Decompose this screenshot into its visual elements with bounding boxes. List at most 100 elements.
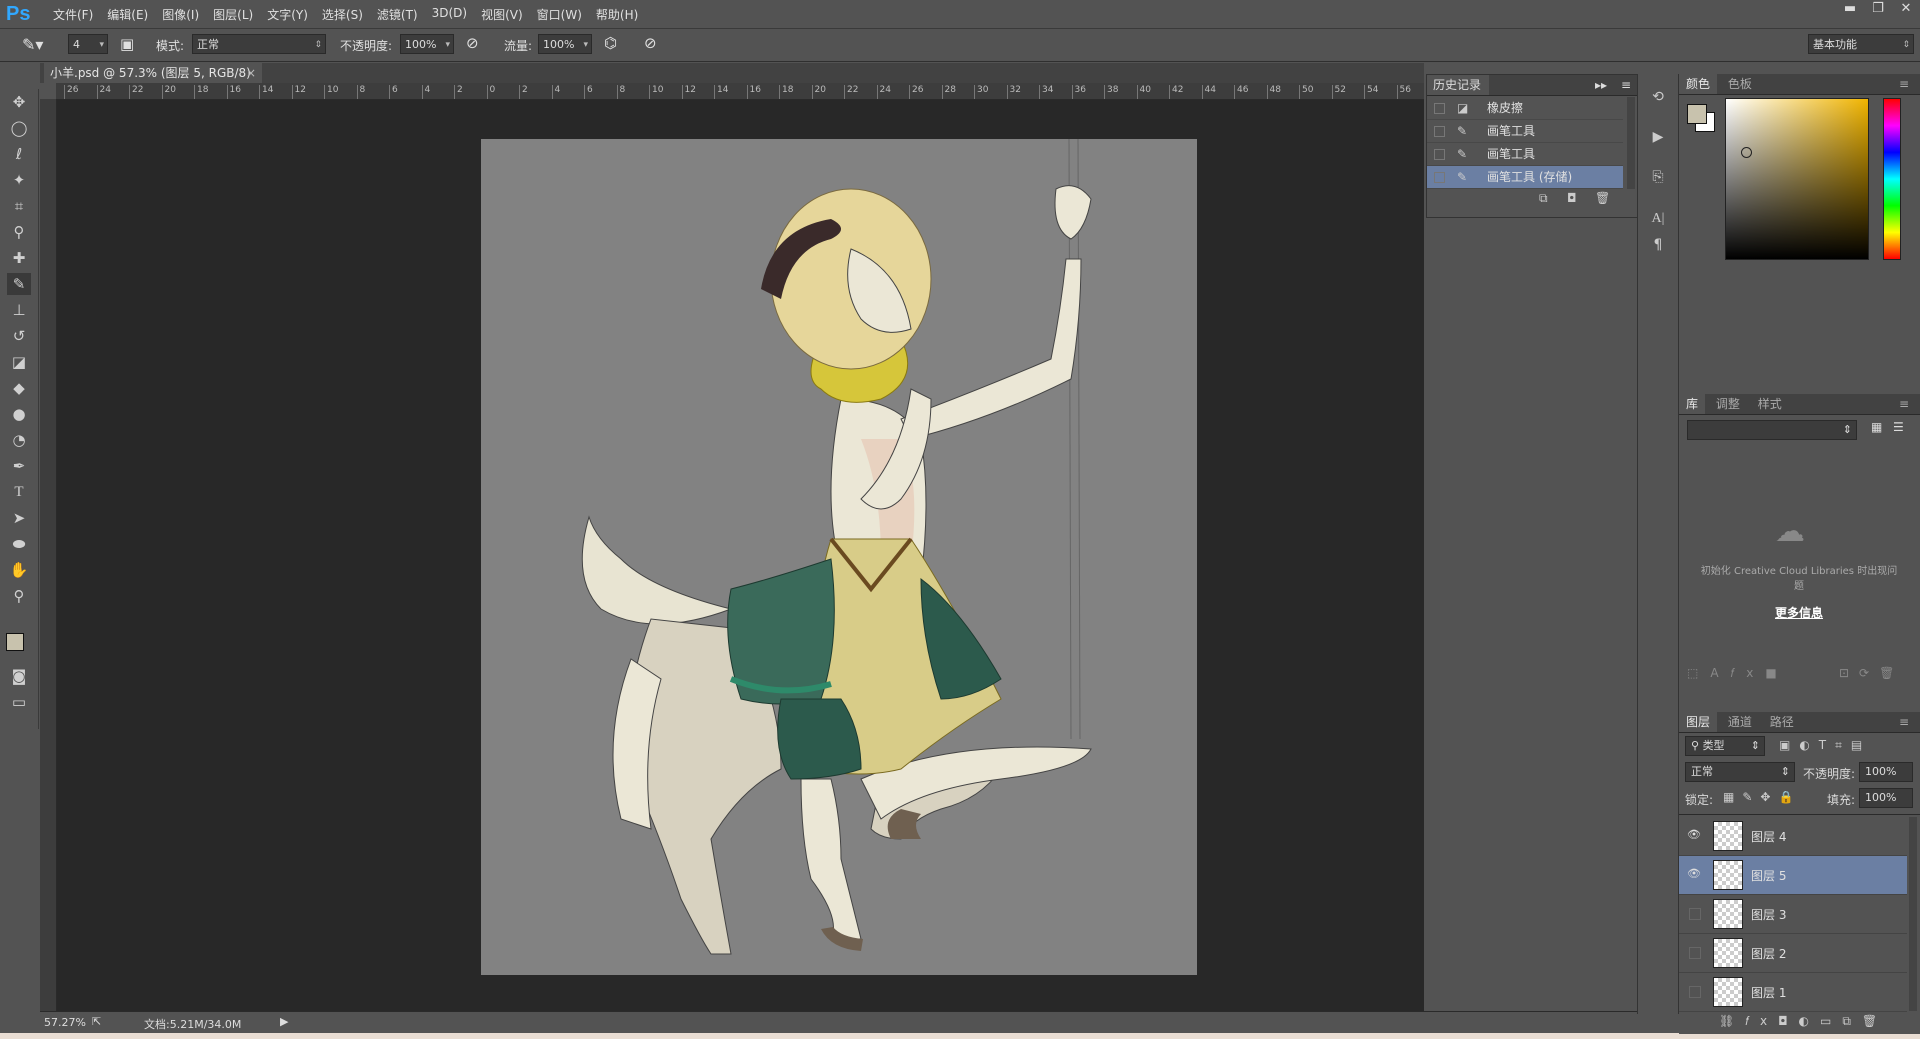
menu-view[interactable]: 视图(V)	[474, 6, 530, 23]
fill-input[interactable]: 100%	[1859, 788, 1913, 808]
foreground-color-swatch[interactable]	[6, 633, 24, 651]
history-scrollbar[interactable]	[1627, 97, 1635, 189]
blur-tool-icon[interactable]: ●	[7, 403, 31, 425]
airbrush-icon[interactable]: ⌬	[604, 34, 617, 52]
camera-snapshot-icon[interactable]: ◘	[1567, 191, 1577, 205]
layer-action-icons[interactable]: ⛓𝑓x◘◐▭⧉🗑	[1719, 1014, 1888, 1029]
menu-3d[interactable]: 3D(D)	[425, 6, 474, 23]
collapse-icon[interactable]: ▸▸	[1595, 75, 1607, 95]
play-arrow-icon[interactable]: ▶	[280, 1015, 288, 1028]
flow-input[interactable]: 100% ▾	[538, 34, 592, 54]
layer-filter-icons[interactable]: ▣◐T⌗▤	[1779, 738, 1871, 753]
brush-preset-icon[interactable]: ✎▾	[22, 35, 43, 54]
tab-adjustments[interactable]: 调整	[1709, 394, 1747, 414]
lock-icons[interactable]: ▦✎✥🔒	[1723, 790, 1801, 804]
actions-panel-icon[interactable]: ▶	[1647, 126, 1669, 148]
tab-color[interactable]: 颜色	[1679, 74, 1718, 94]
ellipse-tool-icon[interactable]: ⬬	[7, 533, 31, 555]
pressure-size-icon[interactable]: ⊘	[644, 34, 657, 52]
eraser-icon[interactable]: ◪	[7, 351, 31, 373]
history-row[interactable]: ◪ 橡皮擦	[1427, 97, 1623, 120]
layer-row-selected[interactable]: 👁 图层 5	[1679, 856, 1907, 895]
layer-row[interactable]: 图层 3	[1679, 895, 1907, 934]
character-panel-icon[interactable]: A|	[1647, 208, 1669, 230]
color-picker-handle[interactable]	[1741, 147, 1752, 158]
path-selection-icon[interactable]: ➤	[7, 507, 31, 529]
grid-view-icon[interactable]: ▦	[1871, 420, 1882, 434]
share-icon[interactable]: ⇱	[92, 1015, 101, 1028]
new-document-from-state-icon[interactable]: ⧉	[1539, 191, 1548, 206]
panel-menu-icon[interactable]: ≡	[1892, 394, 1916, 414]
menu-type[interactable]: 文字(Y)	[260, 6, 315, 23]
brush-tool-icon[interactable]: ✎	[7, 273, 31, 295]
menu-file[interactable]: 文件(F)	[46, 6, 100, 23]
history-checkbox[interactable]	[1434, 126, 1445, 137]
library-sync-icons[interactable]: ⊡⟳🗑	[1839, 666, 1904, 680]
more-info-link[interactable]: 更多信息	[1699, 604, 1899, 621]
marquee-tool-icon[interactable]: ◯	[7, 117, 31, 139]
type-tool-icon[interactable]: T	[7, 481, 31, 503]
zoom-tool-icon[interactable]: ⚲	[7, 585, 31, 607]
layer-filter-select[interactable]: ⚲ 类型 ⇕	[1685, 736, 1765, 756]
brush-size-picker[interactable]: 4 ▾	[68, 34, 108, 54]
list-view-icon[interactable]: ☰	[1893, 420, 1904, 434]
document-tab[interactable]: 小羊.psd @ 57.3% (图层 5, RGB/8) ×	[44, 63, 262, 83]
color-field[interactable]	[1725, 98, 1869, 260]
move-tool-icon[interactable]: ✥	[7, 91, 31, 113]
menu-filter[interactable]: 滤镜(T)	[370, 6, 425, 23]
history-row[interactable]: ✎ 画笔工具	[1427, 120, 1623, 143]
pen-tool-icon[interactable]: ✒	[7, 455, 31, 477]
history-row[interactable]: ✎ 画笔工具	[1427, 143, 1623, 166]
minimize-icon[interactable]: ▬	[1836, 0, 1864, 20]
visibility-toggle-empty[interactable]	[1689, 908, 1701, 920]
pressure-opacity-icon[interactable]: ⊘	[466, 34, 479, 52]
history-row-selected[interactable]: ✎ 画笔工具 (存储)	[1427, 166, 1623, 189]
menu-window[interactable]: 窗口(W)	[530, 6, 589, 23]
layers-scrollbar[interactable]	[1909, 817, 1917, 1011]
crop-tool-icon[interactable]: ⌗	[7, 195, 31, 217]
menu-image[interactable]: 图像(I)	[155, 6, 206, 23]
menu-edit[interactable]: 编辑(E)	[100, 6, 155, 23]
history-panel-icon[interactable]: ⟲	[1647, 86, 1669, 108]
visibility-toggle-empty[interactable]	[1689, 947, 1701, 959]
history-title[interactable]: 历史记录	[1427, 75, 1490, 95]
panel-menu-icon[interactable]: ≡	[1892, 712, 1916, 732]
quick-mask-icon[interactable]: ◙	[7, 665, 31, 687]
mode-select[interactable]: 正常 ⇕	[192, 34, 326, 54]
dodge-tool-icon[interactable]: ◔	[7, 429, 31, 451]
trash-icon[interactable]: 🗑	[1595, 191, 1610, 205]
history-checkbox[interactable]	[1434, 149, 1445, 160]
document-canvas[interactable]	[481, 138, 1197, 975]
fg-color-preview[interactable]	[1687, 104, 1707, 124]
clone-source-icon[interactable]: ⎘	[1647, 166, 1669, 188]
brush-panel-icon[interactable]: ▣	[120, 35, 134, 53]
paint-bucket-icon[interactable]: ◆	[7, 377, 31, 399]
clone-stamp-icon[interactable]: ⊥	[7, 299, 31, 321]
eye-icon[interactable]: 👁	[1687, 828, 1701, 842]
panel-menu-icon[interactable]: ≡	[1892, 74, 1916, 94]
menu-select[interactable]: 选择(S)	[315, 6, 370, 23]
visibility-toggle-empty[interactable]	[1689, 986, 1701, 998]
tab-layers[interactable]: 图层	[1679, 712, 1718, 732]
lasso-tool-icon[interactable]: ℓ	[7, 143, 31, 165]
layer-row[interactable]: 图层 1	[1679, 973, 1907, 1012]
hand-tool-icon[interactable]: ✋	[7, 559, 31, 581]
blend-mode-select[interactable]: 正常 ⇕	[1685, 762, 1795, 782]
history-brush-icon[interactable]: ↺	[7, 325, 31, 347]
tab-paths[interactable]: 路径	[1763, 712, 1801, 732]
close-tab-icon[interactable]: ×	[246, 63, 256, 83]
eyedropper-icon[interactable]: ⚲	[7, 221, 31, 243]
menu-layer[interactable]: 图层(L)	[206, 6, 260, 23]
layer-opacity-input[interactable]: 100%	[1859, 762, 1913, 782]
eye-icon[interactable]: 👁	[1687, 867, 1701, 881]
restore-icon[interactable]: ❐	[1864, 0, 1892, 20]
tab-library[interactable]: 库	[1679, 394, 1706, 414]
healing-brush-icon[interactable]: ✚	[7, 247, 31, 269]
tab-swatches[interactable]: 色板	[1721, 74, 1759, 94]
menu-help[interactable]: 帮助(H)	[589, 6, 645, 23]
tab-styles[interactable]: 样式	[1751, 394, 1789, 414]
library-select[interactable]: ⇕	[1687, 420, 1857, 440]
screen-mode-icon[interactable]: ▭	[7, 691, 31, 713]
library-add-icons[interactable]: ⬚A𝑓x■	[1687, 666, 1789, 681]
magic-wand-icon[interactable]: ✦	[7, 169, 31, 191]
